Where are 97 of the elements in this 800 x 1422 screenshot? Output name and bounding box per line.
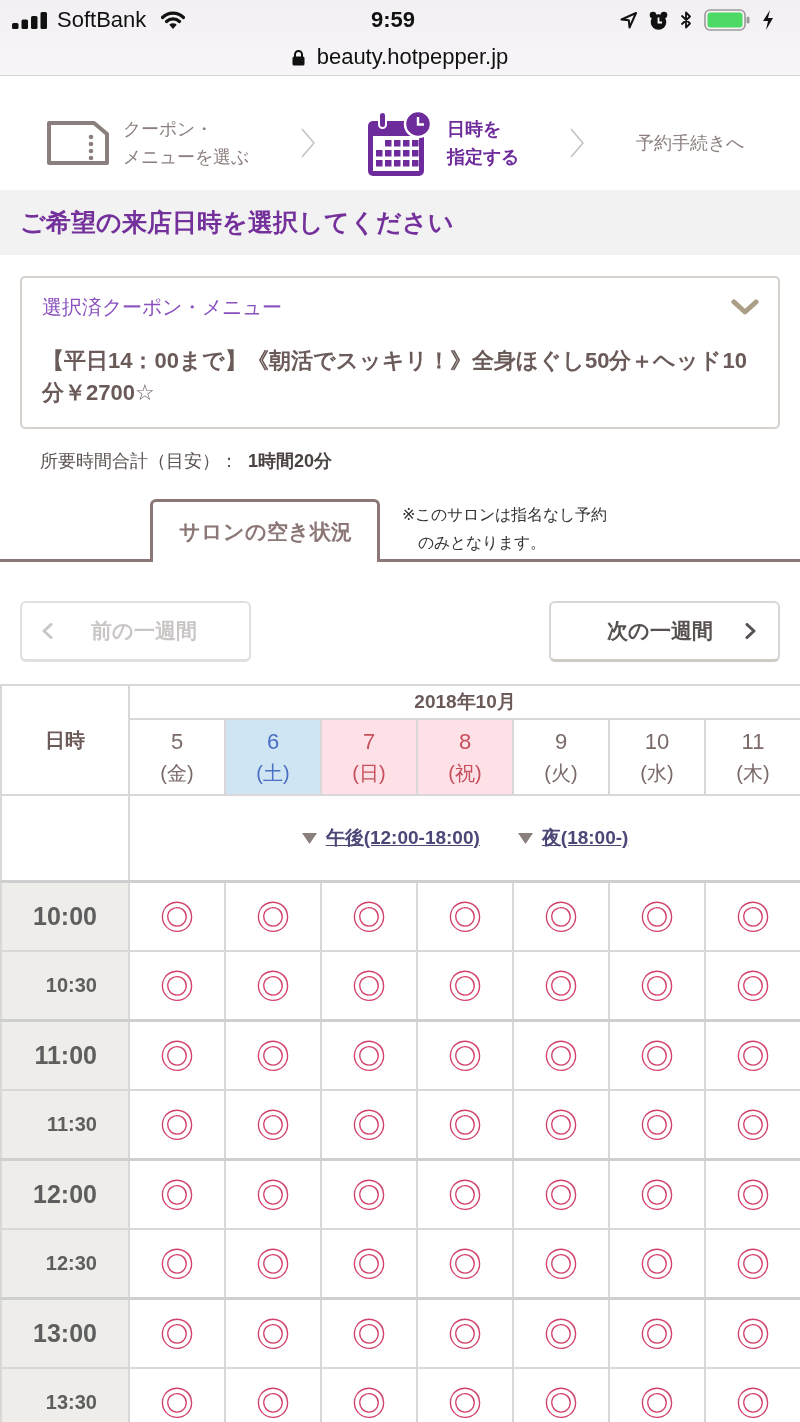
- availability-mark[interactable]: ◎: [736, 1246, 770, 1281]
- availability-mark[interactable]: ◎: [256, 1246, 290, 1281]
- step-label: 指定する: [446, 145, 519, 169]
- corner-header: 日時: [1, 685, 129, 795]
- availability-mark[interactable]: ◎: [256, 968, 290, 1003]
- availability-mark[interactable]: ◎: [160, 1316, 194, 1351]
- availability-mark[interactable]: ◎: [736, 1177, 770, 1212]
- availability-mark[interactable]: ◎: [352, 1177, 386, 1212]
- availability-mark[interactable]: ◎: [640, 1038, 674, 1073]
- availability-mark[interactable]: ◎: [160, 1177, 194, 1212]
- signal-bars-icon: [12, 11, 48, 29]
- day-header: 6 (土): [225, 719, 321, 795]
- availability-mark[interactable]: ◎: [448, 1107, 482, 1142]
- page-heading: ご希望の来店日時を選択してください: [0, 190, 800, 255]
- availability-mark[interactable]: ◎: [352, 899, 386, 934]
- availability-mark[interactable]: ◎: [448, 1177, 482, 1212]
- clock-time: 9:59: [370, 7, 415, 33]
- coupon-name: 【平日14：00まで】《朝活でスッキリ！》全身ほぐし50分＋ヘッド10分￥2700☆: [42, 347, 748, 407]
- availability-mark[interactable]: ◎: [736, 968, 770, 1003]
- availability-mark[interactable]: ◎: [160, 1038, 194, 1073]
- availability-mark[interactable]: ◎: [736, 899, 770, 934]
- availability-mark[interactable]: ◎: [640, 1246, 674, 1281]
- time-cell: 12:30: [1, 1229, 129, 1299]
- availability-mark[interactable]: ◎: [640, 1177, 674, 1212]
- alarm-clock-icon: [649, 10, 668, 30]
- chevron-down-icon[interactable]: [731, 298, 759, 316]
- availability-mark[interactable]: ◎: [736, 1316, 770, 1351]
- availability-mark[interactable]: ◎: [352, 1316, 386, 1351]
- availability-mark[interactable]: ◎: [640, 1316, 674, 1351]
- availability-mark[interactable]: ◎: [544, 968, 578, 1003]
- availability-mark[interactable]: ◎: [640, 1107, 674, 1142]
- time-cell: 12:00: [1, 1159, 129, 1229]
- time-cell: 10:30: [1, 951, 129, 1021]
- step-label: クーポン・: [123, 117, 213, 141]
- location-arrow-icon: [620, 11, 637, 29]
- card-title: 選択済クーポン・メニュー: [42, 295, 282, 320]
- availability-mark[interactable]: ◎: [160, 1246, 194, 1281]
- charging-bolt-icon: [762, 10, 774, 30]
- availability-mark[interactable]: ◎: [352, 1107, 386, 1142]
- wifi-icon: [161, 11, 186, 29]
- step-label: メニューを選ぶ: [123, 145, 249, 169]
- availability-mark[interactable]: ◎: [448, 968, 482, 1003]
- day-header: 9 (火): [513, 719, 609, 795]
- time-cell: 10:00: [1, 881, 129, 951]
- availability-mark[interactable]: ◎: [256, 1038, 290, 1073]
- availability-mark[interactable]: ◎: [448, 1038, 482, 1073]
- carrier-name: SoftBank: [57, 7, 147, 33]
- availability-mark[interactable]: ◎: [256, 1316, 290, 1351]
- availability-mark[interactable]: ◎: [160, 899, 194, 934]
- availability-mark[interactable]: ◎: [544, 1038, 578, 1073]
- availability-mark[interactable]: ◎: [256, 1107, 290, 1142]
- availability-mark[interactable]: ◎: [160, 1107, 194, 1142]
- availability-mark[interactable]: ◎: [640, 899, 674, 934]
- chevron-right-icon: [300, 127, 315, 158]
- availability-mark[interactable]: ◎: [544, 1316, 578, 1351]
- availability-mark[interactable]: ◎: [256, 1177, 290, 1212]
- time-cell: 11:00: [1, 1020, 129, 1090]
- availability-mark[interactable]: ◎: [736, 1107, 770, 1142]
- triangle-down-icon: [517, 832, 533, 844]
- availability-mark[interactable]: ◎: [640, 968, 674, 1003]
- triangle-down-icon: [301, 832, 317, 844]
- availability-mark[interactable]: ◎: [544, 1107, 578, 1142]
- battery-icon: [704, 9, 750, 31]
- bluetooth-icon: [680, 10, 692, 30]
- availability-mark[interactable]: ◎: [352, 968, 386, 1003]
- duration-label: 所要時間合計（目安）：: [40, 450, 238, 473]
- time-cell: 11:30: [1, 1090, 129, 1160]
- availability-mark[interactable]: ◎: [544, 899, 578, 934]
- step-label: 予約手続きへ: [636, 131, 744, 155]
- period-link[interactable]: 夜(18:00-): [517, 825, 629, 851]
- chevron-right-icon: [570, 127, 585, 158]
- chevron-right-icon[interactable]: [745, 623, 756, 639]
- availability-mark[interactable]: ◎: [256, 899, 290, 934]
- availability-mark[interactable]: ◎: [448, 899, 482, 934]
- day-header: 7 (日): [321, 719, 417, 795]
- time-cell: 13:30: [1, 1368, 129, 1422]
- next-week-button[interactable]: 次の一週間: [549, 601, 780, 662]
- availability-mark[interactable]: ◎: [352, 1038, 386, 1073]
- url-text[interactable]: beauty.hotpepper.jp: [316, 44, 509, 70]
- tab[interactable]: サロンの空き状況: [150, 499, 380, 562]
- day-header: 8 (祝): [417, 719, 513, 795]
- period-link[interactable]: 午後(12:00-18:00): [301, 825, 480, 851]
- step-label: 日時を: [446, 117, 501, 141]
- day-header: 10 (水): [609, 719, 705, 795]
- duration-value: 1時間20分: [248, 450, 333, 473]
- availability-mark[interactable]: ◎: [448, 1316, 482, 1351]
- availability-mark[interactable]: ◎: [736, 1038, 770, 1073]
- availability-mark[interactable]: ◎: [544, 1246, 578, 1281]
- ticket-icon: [47, 120, 109, 165]
- lock-icon: [291, 48, 305, 66]
- tab-note: ※このサロンは指名なし予約のみとなります。: [402, 505, 609, 553]
- month-header: 2018年10月: [129, 685, 800, 719]
- availability-mark[interactable]: ◎: [352, 1246, 386, 1281]
- availability-mark[interactable]: ◎: [448, 1246, 482, 1281]
- availability-mark[interactable]: ◎: [544, 1177, 578, 1212]
- time-cell: 13:00: [1, 1298, 129, 1368]
- availability-mark[interactable]: ◎: [160, 968, 194, 1003]
